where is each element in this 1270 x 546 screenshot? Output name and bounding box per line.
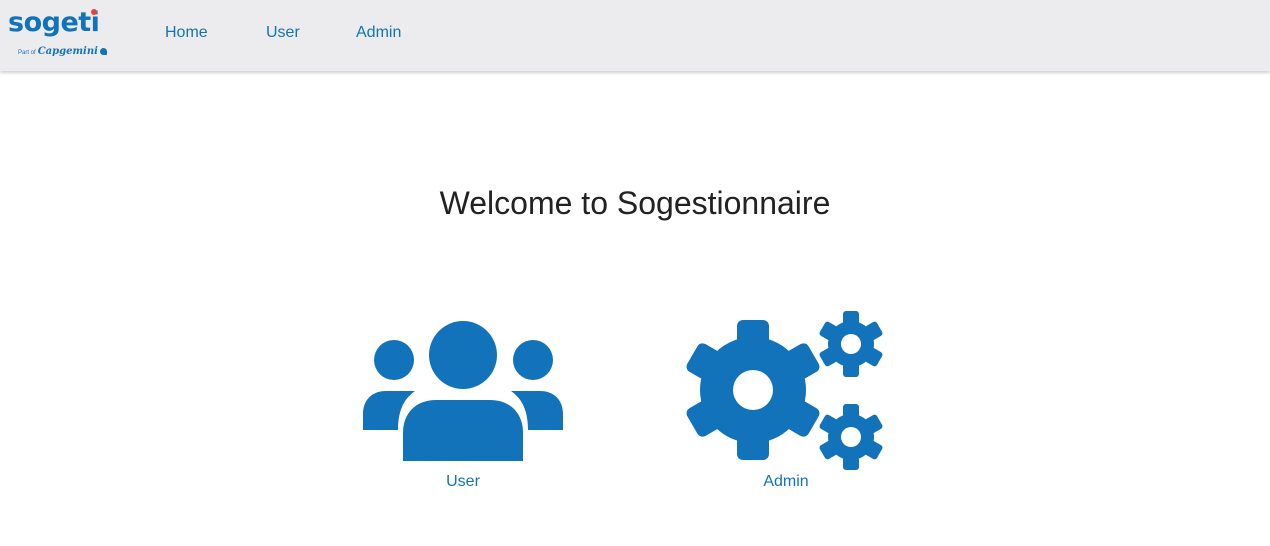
gears-icon — [686, 311, 883, 470]
logo-dot — [91, 9, 97, 15]
capgemini-spade-icon — [99, 48, 107, 55]
logo-wordmark: sogeti — [8, 7, 100, 38]
users-icon — [363, 321, 563, 461]
user-tile-label: User — [446, 473, 480, 490]
admin-tile[interactable]: Admin — [683, 308, 889, 494]
nav-user-link[interactable]: User — [266, 23, 300, 43]
logo-tagline: Part of Capgemini — [18, 44, 107, 59]
logo-tagline-brand: Capgemini — [37, 46, 98, 57]
admin-tile-label: Admin — [763, 473, 809, 490]
logo-tagline-prefix: Part of — [18, 50, 36, 56]
user-tile[interactable]: User — [360, 318, 566, 494]
top-navbar: sogeti Part of Capgemini Home User Admin — [0, 0, 1270, 71]
nav-admin-link[interactable]: Admin — [356, 23, 401, 43]
page-title: Welcome to Sogestionnaire — [439, 185, 831, 221]
nav-home-link[interactable]: Home — [165, 23, 208, 43]
sogeti-logo[interactable]: sogeti Part of Capgemini — [8, 6, 107, 62]
